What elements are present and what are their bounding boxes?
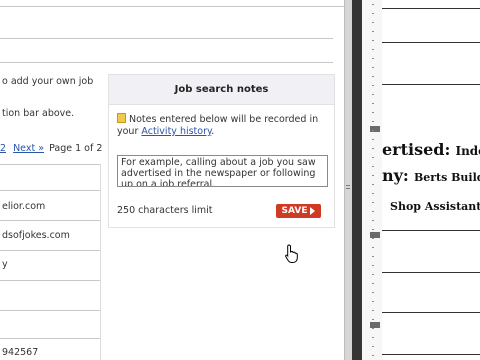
column-divider (100, 164, 101, 360)
ruler-tick (372, 130, 374, 131)
ruler-tick (372, 229, 374, 230)
save-button[interactable]: SAVE (276, 204, 321, 218)
divider (0, 250, 100, 251)
ruler-tick (372, 121, 374, 122)
ruler-tick (372, 166, 374, 167)
notes-info: Notes entered below will be recorded in … (117, 113, 327, 138)
ruler-tick (372, 94, 374, 95)
intro-text-1: o add your own job (2, 76, 94, 87)
ruler-tick (372, 283, 374, 284)
ruler-tick (372, 40, 374, 41)
ruler-tick (372, 355, 374, 356)
ruler-tick (372, 112, 374, 113)
job-search-notes-panel: Job search notes Notes entered below wil… (108, 74, 335, 228)
ruler-tick (372, 58, 374, 59)
divider (0, 220, 100, 221)
splitter-grip (346, 185, 350, 186)
hand-cursor-icon (285, 244, 298, 263)
rule-line (382, 354, 480, 355)
ruler-tick (372, 76, 374, 77)
activity-history-link[interactable]: Activity history (141, 126, 211, 137)
ruler-tick (372, 328, 374, 329)
ruler-tick (372, 310, 374, 311)
page-info: Page 1 of 2 (49, 143, 103, 154)
divider (0, 280, 100, 281)
arrow-right-icon (310, 207, 316, 215)
ruler-tick (372, 238, 374, 239)
intro-text-2: tion bar above. (2, 108, 75, 119)
rule-line (382, 42, 480, 43)
rule-line (382, 8, 480, 9)
ruler-tick (372, 274, 374, 275)
ruler-tick (372, 256, 374, 257)
ruler-tick (372, 175, 374, 176)
splitter-grip (346, 188, 350, 189)
ruler-tick (372, 22, 374, 23)
ruler-tick (372, 148, 374, 149)
divider (0, 62, 333, 63)
document-line-1: ertised: Inde (382, 140, 480, 159)
divider (0, 6, 344, 7)
document-page: ertised: Inde ny: Berts Build Shop Assis… (382, 0, 480, 360)
list-item[interactable]: dsofjokes.com (2, 230, 70, 241)
pagination: 2 Next » Page 1 of 2 (0, 143, 102, 154)
note-icon (117, 113, 126, 123)
document-line-2: ny: Berts Build (382, 166, 480, 185)
ruler-tick (372, 337, 374, 338)
list-item[interactable]: 942567 (2, 347, 38, 358)
next-page-link[interactable]: Next » (13, 143, 44, 154)
ruler-tick (372, 346, 374, 347)
ruler-tick (372, 85, 374, 86)
ruler-marker[interactable] (370, 126, 380, 132)
window-edge (352, 0, 362, 360)
list-item[interactable]: y (2, 259, 8, 270)
ruler-tick (372, 301, 374, 302)
ruler-tick (372, 211, 374, 212)
divider (0, 338, 100, 339)
ruler-tick (372, 319, 374, 320)
save-label: SAVE (281, 206, 308, 216)
char-limit-text: 250 characters limit (117, 205, 213, 216)
ruler-tick (372, 265, 374, 266)
document-line-3: Shop Assistant (390, 200, 480, 213)
ruler-tick (372, 139, 374, 140)
rule-line (382, 272, 480, 273)
ruler-tick (372, 49, 374, 50)
browser-pane: o add your own job tion bar above. 2 Nex… (0, 0, 344, 360)
rule-line (382, 84, 480, 85)
notes-textarea[interactable]: For example, calling about a job you saw… (117, 155, 328, 187)
ruler-tick (372, 247, 374, 248)
ruler-tick (372, 103, 374, 104)
info-end: . (211, 126, 215, 137)
divider (0, 310, 100, 311)
divider (0, 190, 100, 191)
ruler-tick (372, 193, 374, 194)
ruler-tick (372, 157, 374, 158)
list-item[interactable]: elior.com (2, 201, 45, 212)
ruler-tick (372, 31, 374, 32)
ruler-tick (372, 13, 374, 14)
ruler-tick (372, 202, 374, 203)
rule-line (382, 312, 480, 313)
divider (0, 164, 100, 165)
vertical-ruler (362, 0, 383, 360)
ruler-tick (372, 184, 374, 185)
ruler-tick (372, 4, 374, 5)
rule-line (382, 230, 480, 231)
page-2-link[interactable]: 2 (0, 143, 6, 154)
ruler-tick (372, 220, 374, 221)
divider (0, 38, 333, 39)
ruler-tick (372, 292, 374, 293)
ruler-tick (372, 67, 374, 68)
panel-title: Job search notes (109, 75, 334, 105)
